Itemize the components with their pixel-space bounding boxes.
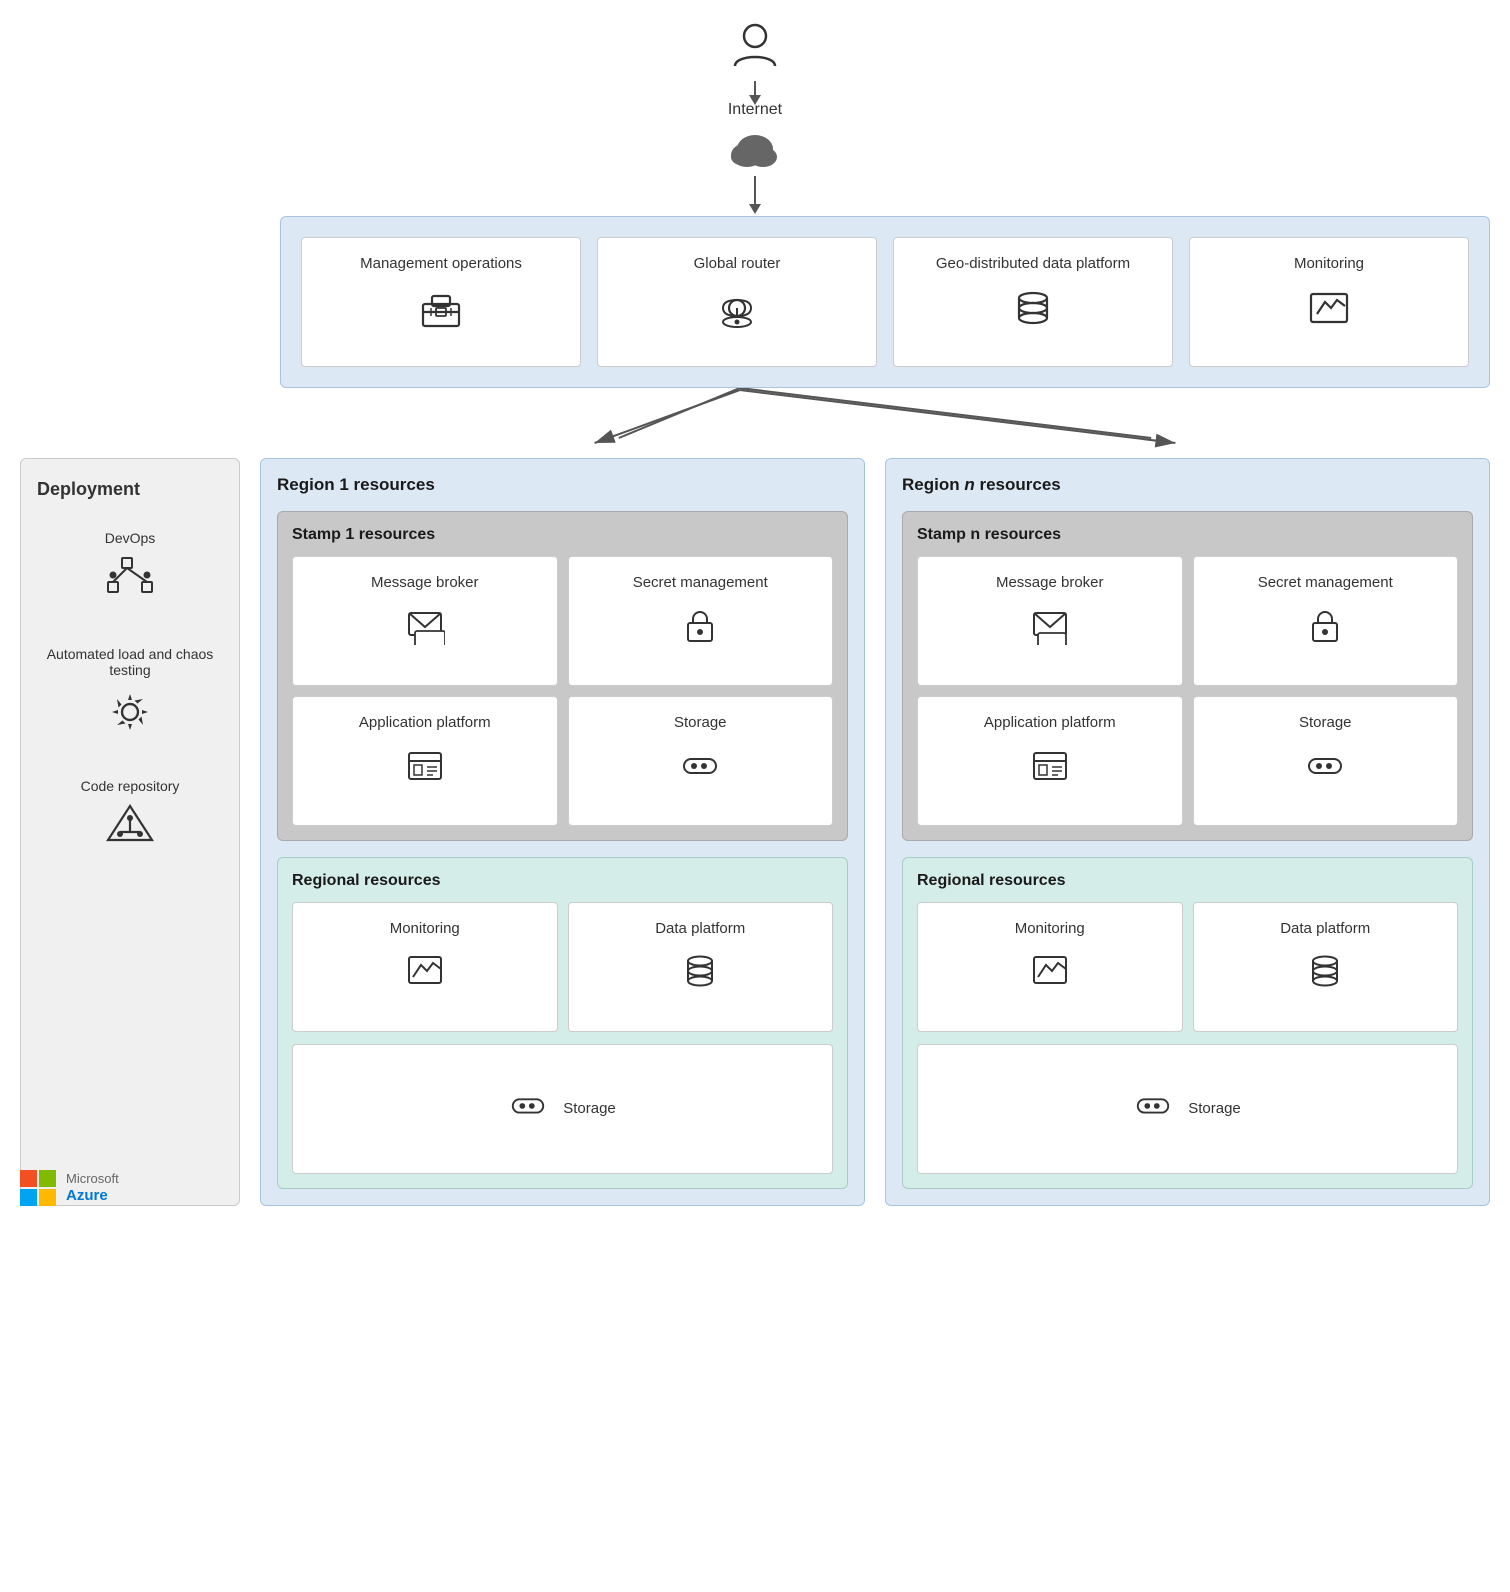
- secret-n-label: Secret management: [1258, 573, 1393, 593]
- secret-1-label: Secret management: [633, 573, 768, 593]
- stamp1-box: Stamp 1 resources Message broker: [277, 511, 848, 841]
- storage-r1-label: Storage: [563, 1099, 616, 1119]
- card-dataplatform-r1: Data platform: [568, 902, 834, 1032]
- global-services-box: Management operations Global router: [280, 216, 1490, 388]
- card-monitoring: Monitoring: [1189, 237, 1469, 367]
- card-router-label: Global router: [694, 254, 781, 274]
- card-monitoring-label: Monitoring: [1294, 254, 1364, 274]
- arrow-internet-1: [754, 81, 756, 97]
- card-mgmt-label: Management operations: [360, 254, 522, 274]
- regions-container: Region 1 resources Stamp 1 resources Mes…: [260, 458, 1490, 1206]
- appplatform-icon-1: [405, 745, 445, 794]
- card-monitoring-rn: Monitoring: [917, 902, 1183, 1032]
- devops-icon: [104, 554, 156, 616]
- azure-flag-icon: [20, 1170, 56, 1206]
- lock-icon-1: [680, 605, 720, 654]
- regional1-title: Regional resources: [292, 872, 833, 890]
- toolbox-icon: [419, 286, 463, 339]
- msg-broker-n-label: Message broker: [996, 573, 1104, 593]
- card-msg-broker-n: Message broker: [917, 556, 1183, 686]
- repo-label: Code repository: [81, 778, 180, 794]
- stamp1-grid: Message broker Secret mana: [292, 556, 833, 826]
- regionaln-title: Regional resources: [917, 872, 1458, 890]
- monitoring-rn-icon: [1030, 951, 1070, 1000]
- storage-icon-1: [680, 745, 720, 794]
- dataplatform-r1-label: Data platform: [655, 919, 745, 939]
- database-icon: [1011, 286, 1055, 339]
- card-dataplatform-rn: Data platform: [1193, 902, 1459, 1032]
- main-row: Deployment DevOps Automated lo: [20, 458, 1490, 1206]
- card-storage-r1: Storage: [292, 1044, 833, 1174]
- storage-rn-icon: [1134, 1086, 1172, 1133]
- monitoring-r1-label: Monitoring: [390, 919, 460, 939]
- stamp1-title: Stamp 1 resources: [292, 526, 833, 544]
- message-icon-n: [1030, 605, 1070, 654]
- deployment-title: Deployment: [37, 479, 140, 500]
- card-geodata: Geo-distributed data platform: [893, 237, 1173, 367]
- card-storage-rn: Storage: [917, 1044, 1458, 1174]
- storage-icon-n: [1305, 745, 1345, 794]
- stampn-box: Stamp n resources Message broker: [902, 511, 1473, 841]
- database-r1-icon: [680, 951, 720, 1000]
- azure-logo: Microsoft Azure: [20, 1170, 119, 1206]
- region1-title: Region 1 resources: [277, 475, 848, 495]
- card-app-platform-1: Application platform: [292, 696, 558, 826]
- chaos-label: Automated load and chaos testing: [37, 646, 223, 678]
- connector-svg: [280, 388, 1490, 448]
- azure-text: Microsoft Azure: [66, 1171, 119, 1205]
- card-router: Global router: [597, 237, 877, 367]
- monitoring-icon: [1307, 286, 1351, 339]
- regional1-storage-row: Storage: [292, 1044, 833, 1174]
- router-icon: [715, 286, 759, 339]
- internet-section: Internet: [20, 20, 1490, 206]
- storage-n-label: Storage: [1299, 713, 1352, 733]
- cloud-icon: [725, 127, 785, 167]
- message-icon-1: [405, 605, 445, 654]
- appplatform-icon-n: [1030, 745, 1070, 794]
- card-storage-n: Storage: [1193, 696, 1459, 826]
- stampn-grid: Message broker Secret management: [917, 556, 1458, 826]
- card-storage-1: Storage: [568, 696, 834, 826]
- chaos-item: Automated load and chaos testing: [37, 636, 223, 758]
- region1-box: Region 1 resources Stamp 1 resources Mes…: [260, 458, 865, 1206]
- regionn-box: Region n resources Stamp n resources Mes…: [885, 458, 1490, 1206]
- stampn-title: Stamp n resources: [917, 526, 1458, 544]
- regional1-box: Regional resources Monitoring: [277, 857, 848, 1189]
- devops-label: DevOps: [105, 530, 156, 546]
- microsoft-label: Microsoft: [66, 1171, 119, 1187]
- lock-icon-n: [1305, 605, 1345, 654]
- deployment-sidebar: Deployment DevOps Automated lo: [20, 458, 240, 1206]
- app-platform-1-label: Application platform: [359, 713, 491, 733]
- card-app-platform-n: Application platform: [917, 696, 1183, 826]
- card-geodata-label: Geo-distributed data platform: [936, 254, 1130, 274]
- repo-item: Code repository: [37, 768, 223, 874]
- storage-r1-icon: [509, 1086, 547, 1133]
- app-platform-n-label: Application platform: [984, 713, 1116, 733]
- card-msg-broker-1: Message broker: [292, 556, 558, 686]
- devops-item: DevOps: [37, 520, 223, 626]
- dataplatform-rn-label: Data platform: [1280, 919, 1370, 939]
- msg-broker-1-label: Message broker: [371, 573, 479, 593]
- monitoring-rn-label: Monitoring: [1015, 919, 1085, 939]
- regionn-title: Region n resources: [902, 475, 1473, 495]
- regionaln-box: Regional resources Monitoring: [902, 857, 1473, 1189]
- card-monitoring-r1: Monitoring: [292, 902, 558, 1032]
- azure-label: Azure: [66, 1187, 119, 1205]
- database-rn-icon: [1305, 951, 1345, 1000]
- regional1-grid: Monitoring Data platform: [292, 902, 833, 1032]
- connector-arrows: [280, 388, 1490, 448]
- arrow-internet-2: [754, 176, 756, 206]
- storage-rn-label: Storage: [1188, 1099, 1241, 1119]
- card-secret-n: Secret management: [1193, 556, 1459, 686]
- diagram-container: Internet Management operations: [0, 0, 1510, 1226]
- git-icon: [104, 802, 156, 864]
- gear-icon: [104, 686, 156, 748]
- regionaln-storage-row: Storage: [917, 1044, 1458, 1174]
- storage-1-label: Storage: [674, 713, 727, 733]
- card-secret-1: Secret management: [568, 556, 834, 686]
- user-icon: [729, 20, 781, 81]
- regionaln-grid: Monitoring Data platform: [917, 902, 1458, 1032]
- card-mgmt: Management operations: [301, 237, 581, 367]
- monitoring-r1-icon: [405, 951, 445, 1000]
